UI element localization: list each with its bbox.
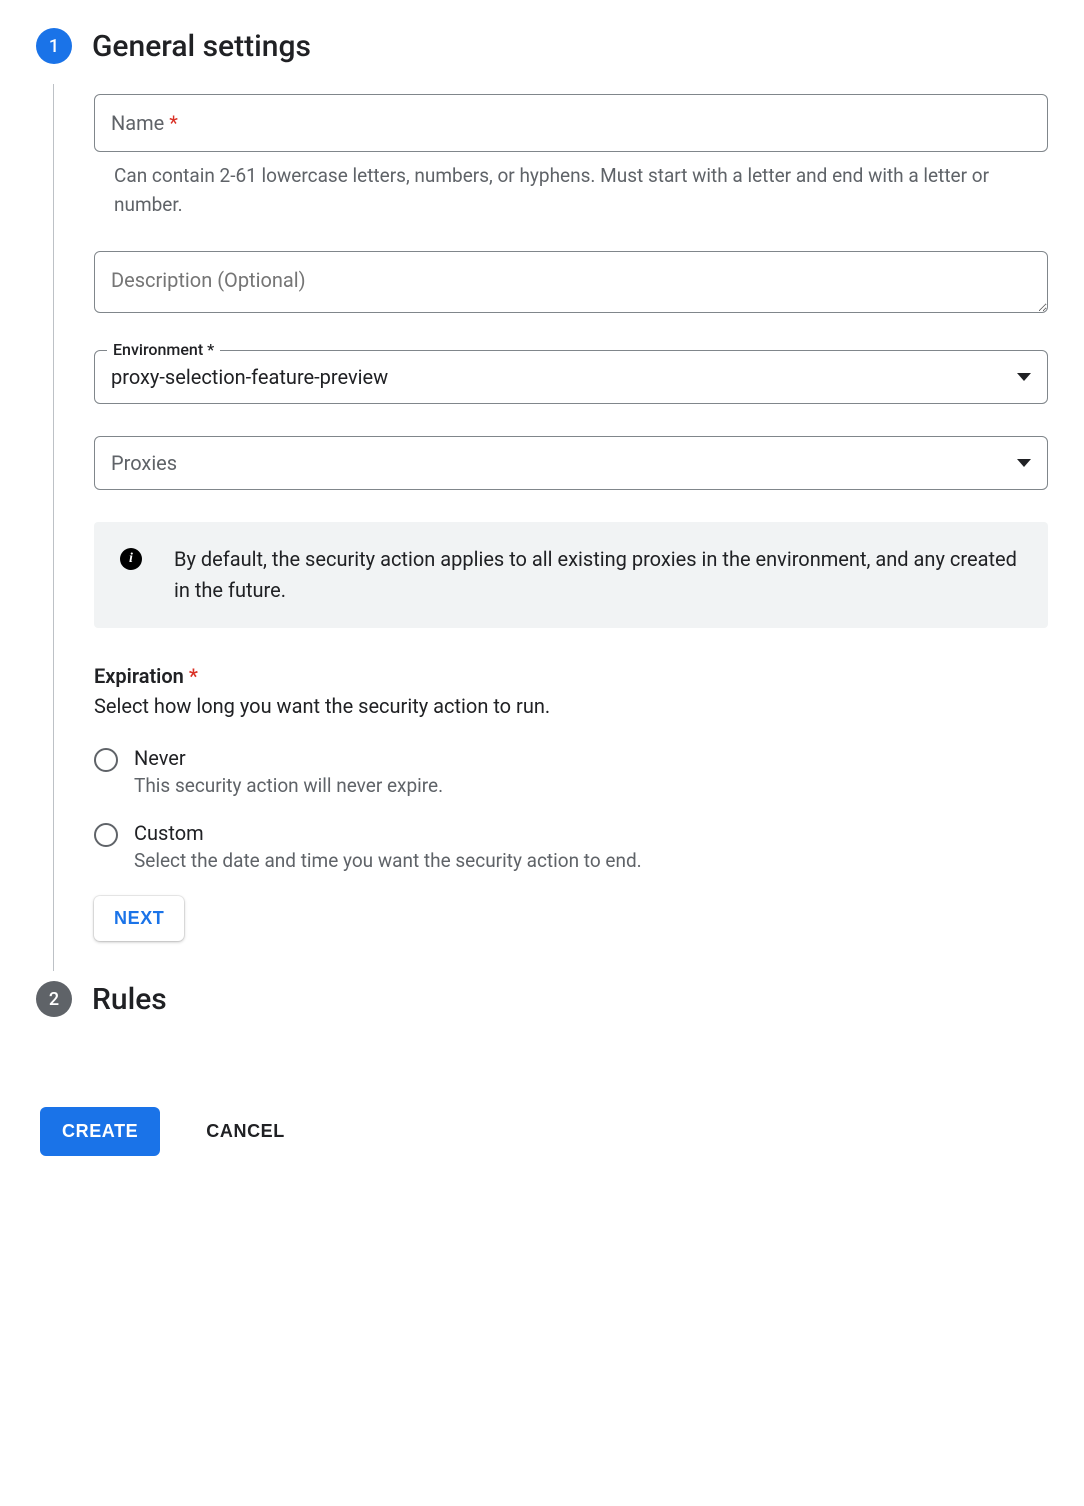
step-title-rules: Rules [92,982,167,1017]
proxies-select[interactable]: Proxies [94,436,1048,490]
step-number-badge-2: 2 [36,981,72,1017]
chevron-down-icon [1017,373,1031,381]
required-asterisk-icon: * [189,664,198,688]
name-input-label: Name [111,111,164,135]
step-body-general: Name * Can contain 2-61 lowercase letter… [53,84,1048,971]
radio-never-desc: This security action will never expire. [134,774,443,797]
expiration-radio-never[interactable]: Never This security action will never ex… [94,746,1048,797]
expiration-description: Select how long you want the security ac… [94,694,1048,718]
info-banner-text: By default, the security action applies … [174,544,1022,606]
environment-label: Environment * [107,340,220,359]
step-header-general: 1 General settings [36,28,1048,64]
proxies-placeholder: Proxies [111,451,177,475]
radio-custom-desc: Select the date and time you want the se… [134,849,642,872]
step-title-general: General settings [92,29,311,64]
cancel-button[interactable]: CANCEL [200,1120,291,1143]
step-number-badge-1: 1 [36,28,72,64]
chevron-down-icon [1017,459,1031,467]
required-asterisk-icon: * [169,111,178,135]
description-textarea[interactable] [94,251,1048,313]
info-icon: i [120,548,142,570]
required-asterisk-icon: * [207,340,214,359]
radio-never-title: Never [134,746,443,770]
footer-actions: CREATE CANCEL [36,1107,1048,1156]
proxies-field-block: Proxies [94,436,1048,490]
radio-icon [94,823,118,847]
name-input[interactable]: Name * [94,94,1048,152]
description-field-block [94,251,1048,318]
environment-field-block: Environment * proxy-selection-feature-pr… [94,350,1048,404]
name-field-block: Name * Can contain 2-61 lowercase letter… [94,94,1048,219]
step-rules: 2 Rules [36,981,1048,1017]
radio-icon [94,748,118,772]
expiration-label: Expiration * [94,664,1048,688]
expiration-radio-custom[interactable]: Custom Select the date and time you want… [94,821,1048,872]
radio-custom-title: Custom [134,821,642,845]
next-button[interactable]: NEXT [94,896,184,941]
environment-select[interactable]: Environment * proxy-selection-feature-pr… [94,350,1048,404]
step-general-settings: 1 General settings Name * Can contain 2-… [36,28,1048,971]
name-helper-text: Can contain 2-61 lowercase letters, numb… [94,162,1048,219]
proxies-info-banner: i By default, the security action applie… [94,522,1048,628]
create-button[interactable]: CREATE [40,1107,160,1156]
environment-value: proxy-selection-feature-preview [111,365,388,389]
expiration-section: Expiration * Select how long you want th… [94,664,1048,872]
